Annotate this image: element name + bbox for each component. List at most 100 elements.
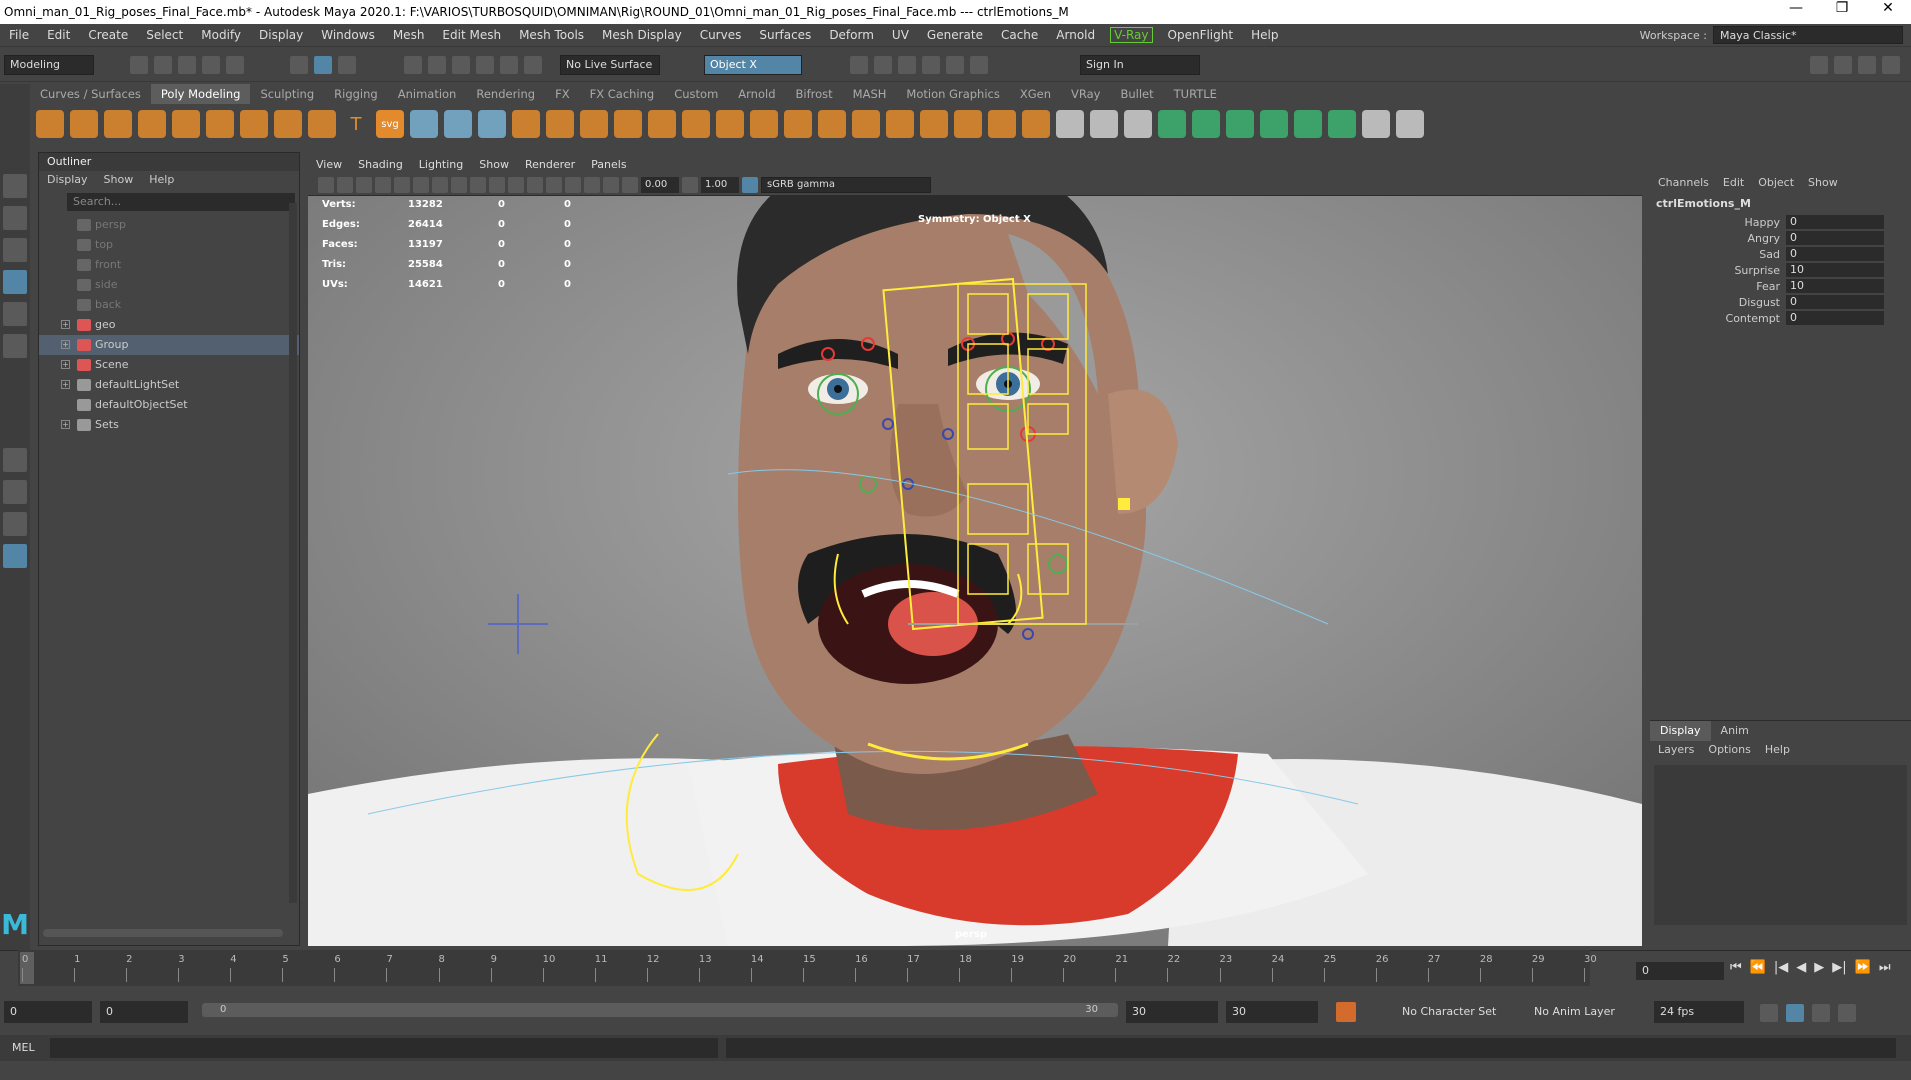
attr-name[interactable]: Angry [1650,232,1786,245]
viewport-menu-renderer[interactable]: Renderer [517,158,583,171]
outliner-item-persp[interactable]: persp [39,215,299,235]
gamma-field[interactable]: 1.00 [701,176,739,193]
step-forward-key-icon[interactable]: ⏩ [1855,960,1871,975]
select-tool-icon[interactable] [3,174,27,198]
two-view-icon[interactable] [3,512,27,536]
loop-icon[interactable] [1760,1004,1778,1022]
render-settings-icon[interactable] [922,56,940,74]
new-scene-icon[interactable] [130,56,148,74]
outliner-item-top[interactable]: top [39,235,299,255]
channel-box-icon[interactable] [1882,56,1900,74]
poke-icon[interactable] [954,110,982,138]
text-icon[interactable]: T [342,110,370,138]
circularize-icon[interactable] [886,110,914,138]
rotate-tool-icon[interactable] [3,302,27,326]
tool-settings-icon[interactable] [1858,56,1876,74]
pause-icon[interactable] [970,56,988,74]
outliner-item-geo[interactable]: + geo [39,315,299,335]
soccer-ball-icon[interactable] [274,110,302,138]
spherical-map-icon[interactable] [1226,110,1254,138]
redo-icon[interactable] [226,56,244,74]
attr-name[interactable]: Fear [1650,280,1786,293]
cylindrical-map-icon[interactable] [1192,110,1220,138]
bridge-icon[interactable] [580,110,608,138]
single-view-icon[interactable] [3,448,27,472]
smooth-shade-icon[interactable] [489,176,505,193]
grid-toggle-icon[interactable] [394,176,410,193]
cone-icon[interactable] [138,110,166,138]
shelf-tab-sculpting[interactable]: Sculpting [250,84,324,104]
channel-menu-edit[interactable]: Edit [1723,172,1744,194]
cylinder-icon[interactable] [104,110,132,138]
quadrangulate-icon[interactable] [1022,110,1050,138]
attr-name[interactable]: Contempt [1650,312,1786,325]
mirror-icon[interactable] [750,110,778,138]
retopo-icon[interactable] [852,110,880,138]
menu-edit-mesh[interactable]: Edit Mesh [433,28,510,42]
expand-icon[interactable]: + [61,320,70,329]
sphere-icon[interactable] [36,110,64,138]
snap-center-icon[interactable] [524,56,542,74]
layer-menu-help[interactable]: Help [1765,741,1790,759]
cube-icon[interactable] [70,110,98,138]
menu-select[interactable]: Select [137,28,192,42]
shelf-tab-motion-graphics[interactable]: Motion Graphics [896,84,1009,104]
outliner-scrollbar[interactable] [289,203,297,903]
outliner-layout-icon[interactable] [3,544,27,568]
shelf-tab-curves-surfaces[interactable]: Curves / Surfaces [30,84,151,104]
go-to-start-icon[interactable]: ⏮ [1730,960,1742,975]
sound-icon[interactable] [1812,1004,1830,1022]
bevel-icon[interactable] [512,110,540,138]
attr-name[interactable]: Sad [1650,248,1786,261]
undo-icon[interactable] [202,56,220,74]
outliner-item-group[interactable]: + Group [39,335,299,355]
hypershade-icon[interactable] [946,56,964,74]
shelf-tab-turtle[interactable]: TURTLE [1164,84,1227,104]
menu-create[interactable]: Create [79,28,137,42]
camera-select-icon[interactable] [318,176,334,193]
menu-mesh-tools[interactable]: Mesh Tools [510,28,593,42]
auto-map-icon[interactable] [1260,110,1288,138]
bookmark-icon[interactable] [356,176,372,193]
shelf-tab-rigging[interactable]: Rigging [324,84,388,104]
attribute-editor-icon[interactable] [1834,56,1852,74]
menu-deform[interactable]: Deform [820,28,883,42]
menu-uv[interactable]: UV [883,28,918,42]
shelf-tab-custom[interactable]: Custom [664,84,728,104]
attr-value[interactable]: 0 [1786,231,1884,245]
expand-icon[interactable]: + [61,340,70,349]
attr-value[interactable]: 0 [1786,311,1884,325]
anim-layer-dropdown[interactable]: No Anim Layer [1528,1001,1630,1023]
open-scene-icon[interactable] [154,56,172,74]
snap-point-icon[interactable] [452,56,470,74]
outliner-item-sets[interactable]: + Sets [39,415,299,435]
attr-name[interactable]: Surprise [1650,264,1786,277]
menu-openflight[interactable]: OpenFlight [1159,28,1243,42]
reduce-icon[interactable] [818,110,846,138]
mel-label[interactable]: MEL [12,1041,35,1054]
command-input[interactable] [50,1038,718,1058]
plane-icon[interactable] [206,110,234,138]
cache-playback-icon[interactable] [1786,1004,1804,1022]
sign-in-button[interactable]: Sign In [1080,55,1200,75]
four-view-icon[interactable] [3,480,27,504]
target-weld-icon[interactable] [716,110,744,138]
viewport-menu-lighting[interactable]: Lighting [411,158,471,171]
outliner-search-input[interactable]: Search... [67,193,295,211]
lasso-tool-icon[interactable] [3,206,27,230]
fill-hole-icon[interactable] [648,110,676,138]
tab-display[interactable]: Display [1650,721,1711,741]
select-object-icon[interactable] [314,56,332,74]
render-frame-icon[interactable] [874,56,892,74]
outliner-item-front[interactable]: front [39,255,299,275]
shelf-tab-poly-modeling[interactable]: Poly Modeling [150,84,251,104]
layout-icon[interactable] [1328,110,1356,138]
viewport-menu-shading[interactable]: Shading [350,158,411,171]
xray-icon[interactable] [603,176,619,193]
combine-icon[interactable] [410,110,438,138]
attr-value[interactable]: 10 [1786,263,1884,277]
character-set-dropdown[interactable]: No Character Set [1396,1001,1518,1023]
anim-prefs-icon[interactable] [1838,1004,1856,1022]
minimize-button[interactable]: — [1773,0,1819,24]
menu-generate[interactable]: Generate [918,28,992,42]
